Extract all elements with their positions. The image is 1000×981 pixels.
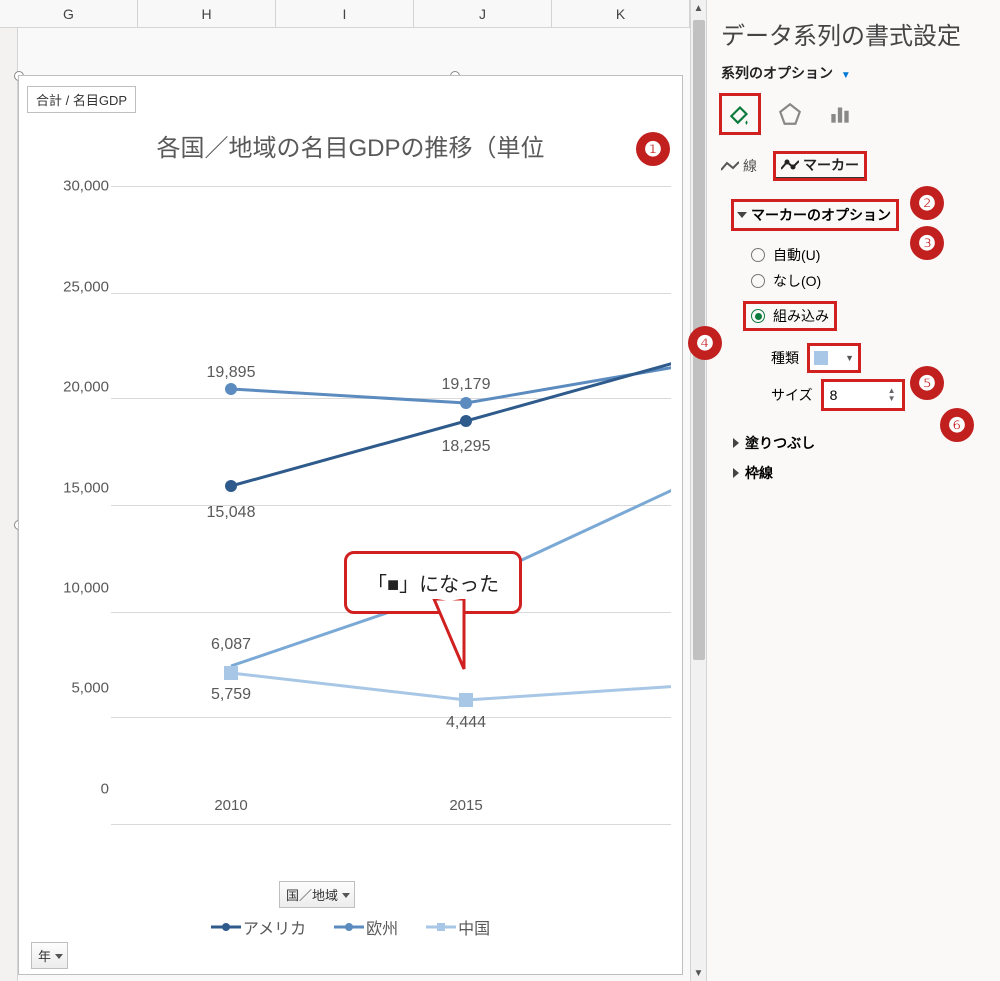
fill-line-icon[interactable] (721, 95, 759, 133)
panel-title: データ系列の書式設定 (721, 16, 986, 51)
marker-size-input[interactable]: 8 ▲▼ (823, 381, 903, 409)
annotation-badge-5: ❺ (910, 366, 944, 400)
radio-builtin[interactable]: 組み込み (745, 303, 835, 329)
line-marker-tabs: 線 マーカー (721, 153, 986, 179)
marker-size-row: サイズ 8 ▲▼ (771, 381, 986, 409)
chevron-down-icon: ▼ (845, 353, 854, 363)
annotation-badge-6: ❻ (940, 408, 974, 442)
axis-title-label: 合計 / 名目GDP (27, 86, 136, 113)
square-marker-icon (814, 351, 828, 365)
y-tick-label: 0 (31, 781, 109, 798)
col-header[interactable]: I (276, 0, 414, 28)
data-label: 5,759 (211, 686, 251, 704)
marker-eu-2015 (460, 397, 472, 409)
marker-type-label: 種類 (771, 348, 799, 368)
radio-auto[interactable]: 自動(U) (751, 245, 986, 265)
data-label: 15,048 (207, 504, 256, 522)
data-label: 6,087 (211, 636, 251, 654)
radio-builtin-label: 組み込み (773, 306, 829, 326)
year-filter-button[interactable]: 年 (31, 942, 68, 969)
annotation-badge-3: ❸ (910, 226, 944, 260)
annotation-badge-2: ❷ (910, 186, 944, 220)
legend-item[interactable]: 欧州 (334, 915, 398, 939)
section-border-label: 枠線 (745, 463, 773, 483)
y-tick-label: 5,000 (31, 680, 109, 697)
data-label: 4,444 (446, 714, 486, 732)
annotation-badge-1: ❶ (636, 132, 670, 166)
tab-line[interactable]: 線 (721, 156, 757, 176)
chart-legend[interactable]: アメリカ 欧州 中国 (19, 915, 682, 939)
legend-item[interactable]: 中国 (426, 915, 490, 939)
row-header-strip (0, 28, 18, 981)
series-options-icon[interactable] (821, 95, 859, 133)
y-tick-label: 20,000 (31, 378, 109, 395)
radio-icon-selected (751, 309, 765, 323)
radio-icon (751, 274, 765, 288)
data-label: 18,295 (442, 438, 491, 456)
section-marker-options-label: マーカーのオプション (751, 205, 891, 225)
caret-down-icon (737, 212, 747, 218)
data-label: 19,895 (207, 364, 256, 382)
marker-us-2015 (460, 415, 472, 427)
chart[interactable]: 合計 / 名目GDP 各国／地域の名目GDPの推移（単位 0 5,000 10,… (18, 75, 683, 975)
vertical-scrollbar[interactable]: ▲ ▼ (690, 0, 706, 981)
tab-marker-label: マーカー (803, 155, 859, 175)
col-header[interactable]: H (138, 0, 276, 28)
section-border[interactable]: 枠線 (733, 463, 986, 483)
y-tick-label: 10,000 (31, 580, 109, 597)
tab-marker[interactable]: マーカー (775, 153, 865, 179)
panel-subtitle[interactable]: 系列のオプション ▼ (721, 63, 986, 83)
scroll-down-arrow[interactable]: ▼ (691, 965, 706, 981)
plot-area[interactable]: 0 5,000 10,000 15,000 20,000 25,000 30,0… (31, 186, 671, 824)
tab-line-label: 線 (743, 156, 757, 176)
radio-none[interactable]: なし(O) (751, 271, 986, 291)
scroll-up-arrow[interactable]: ▲ (691, 0, 706, 16)
x-tick-label: 2010 (214, 797, 247, 814)
annotation-badge-4: ❹ (688, 326, 722, 360)
effects-icon[interactable] (771, 95, 809, 133)
marker-type-select[interactable]: ▼ (809, 345, 859, 371)
y-tick-label: 25,000 (31, 278, 109, 295)
radio-none-label: なし(O) (773, 271, 821, 291)
format-pane: データ系列の書式設定 系列のオプション ▼ 線 マーカー マーカーのオプション … (706, 0, 1000, 981)
legend-filter-button[interactable]: 国／地域 (279, 881, 355, 908)
y-axis: 0 5,000 10,000 15,000 20,000 25,000 30,0… (31, 186, 111, 789)
chevron-down-icon: ▼ (841, 70, 851, 81)
marker-eu-2010 (225, 383, 237, 395)
grid-line (111, 824, 671, 825)
marker-us-2010 (225, 480, 237, 492)
col-header[interactable]: K (552, 0, 690, 28)
col-header[interactable]: G (0, 0, 138, 28)
radio-auto-label: 自動(U) (773, 245, 820, 265)
x-tick-label: 2015 (449, 797, 482, 814)
section-fill-label: 塗りつぶし (745, 433, 815, 453)
caret-right-icon (733, 438, 739, 448)
panel-subtitle-text: 系列のオプション (721, 65, 833, 81)
legend-label: 中国 (458, 915, 490, 939)
col-header[interactable]: J (414, 0, 552, 28)
y-tick-label: 15,000 (31, 479, 109, 496)
legend-item[interactable]: アメリカ (211, 915, 306, 939)
caret-right-icon (733, 468, 739, 478)
size-spinner[interactable]: ▲▼ (888, 387, 896, 403)
marker-china-2015 (459, 693, 473, 707)
spreadsheet-area: G H I J K 合計 / 名目GDP 各国／地域の名目GDPの推移（単位 0… (0, 0, 690, 981)
radio-icon (751, 248, 765, 262)
chart-svg (111, 186, 671, 789)
marker-type-row: 種類 ▼ (771, 345, 986, 371)
legend-label: 欧州 (366, 915, 398, 939)
column-headers: G H I J K (0, 0, 690, 28)
data-label: 19,179 (442, 376, 491, 394)
panel-icon-row (721, 95, 986, 133)
annotation-callout: 「■」になった (344, 551, 522, 614)
marker-china-2010 (224, 666, 238, 680)
marker-size-label: サイズ (771, 385, 813, 405)
legend-label: アメリカ (243, 915, 306, 939)
marker-size-value: 8 (830, 387, 838, 403)
section-marker-options[interactable]: マーカーのオプション (733, 201, 897, 229)
y-tick-label: 30,000 (31, 178, 109, 195)
